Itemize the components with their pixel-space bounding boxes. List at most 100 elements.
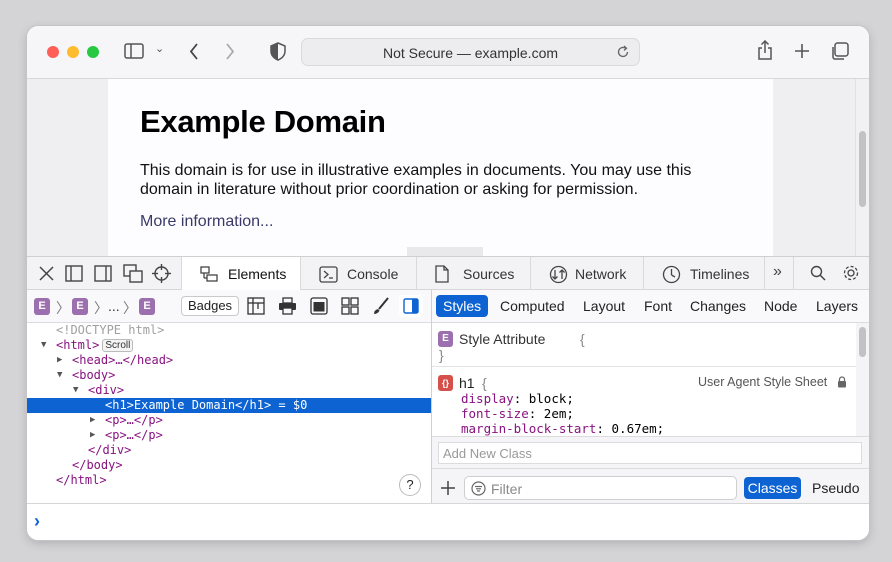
double-chevron-icon: » [773,263,782,280]
rule-badge: {} [438,375,453,391]
dom-node-p[interactable]: ▶ <p>…</p> [27,413,431,428]
style-attribute-close-brace: } [439,347,444,363]
new-tab-icon[interactable] [794,43,810,59]
selected-node-variable: = $0 [271,398,308,412]
tab-computed[interactable]: Computed [500,298,565,314]
dom-node-html[interactable]: ▼ <html> Scroll [27,338,431,353]
dock-left-icon[interactable] [65,265,83,282]
collapsed-triangle-icon[interactable]: ▶ [90,428,95,443]
tab-network[interactable]: Network [530,257,643,290]
dom-tree: <!DOCTYPE html> ▼ <html> Scroll ▶ <head>…</… [27,323,431,503]
layout-grid-icon[interactable] [341,297,359,315]
expanded-triangle-icon[interactable]: ▼ [57,368,62,383]
breadcrumb-separator-icon: 〉 [56,300,70,316]
dom-node-div[interactable]: ▼ <div> [27,383,431,398]
page-scrollbar[interactable] [855,79,869,256]
expanded-triangle-icon[interactable]: ▼ [73,383,78,398]
p-tag: <p>…</p> [105,413,163,427]
dom-node-body[interactable]: ▼ <body> [27,368,431,383]
styles-scrollbar[interactable] [856,323,869,436]
dom-node-head[interactable]: ▶ <head>…</head> [27,353,431,368]
network-icon [549,265,568,284]
dom-node-doctype[interactable]: <!DOCTYPE html> [27,323,431,338]
collapsed-triangle-icon[interactable]: ▶ [90,413,95,428]
style-attribute-open-brace: { [580,331,585,347]
close-window-button[interactable] [47,46,59,58]
add-rule-icon[interactable] [440,480,456,496]
tab-sources[interactable]: Sources [416,257,530,290]
settings-gear-icon[interactable] [842,264,860,282]
dom-node-body-close[interactable]: </body> [27,458,431,473]
print-styles-icon[interactable] [278,297,297,315]
page-paragraph: This domain is for use in illustrative e… [140,162,692,198]
collapsed-triangle-icon[interactable]: ▶ [57,353,62,368]
tab-layers[interactable]: Layers [816,298,858,314]
styles-scrollbar-thumb[interactable] [859,327,866,357]
breadcrumb-element-badge[interactable]: E [34,298,50,315]
tab-console[interactable]: Console [300,257,416,290]
page-scrollbar-thumb[interactable] [859,131,866,207]
rule-selector[interactable]: h1 [459,375,475,391]
property-name: margin-block-start [461,421,597,436]
scroll-badge[interactable]: Scroll [102,339,134,352]
rule-separator [432,366,856,367]
sidebar-tab-bar: Styles Computed Layout Font Changes Node… [432,290,869,323]
rule-declaration[interactable]: display: block; [461,391,574,406]
back-icon[interactable] [189,43,199,60]
style-attribute-label[interactable]: Style Attribute [459,331,545,347]
toggle-sidebar-button[interactable] [399,295,423,317]
inspect-element-icon[interactable] [152,264,171,283]
expanded-triangle-icon[interactable]: ▼ [41,338,46,353]
tab-console-label: Console [347,266,399,282]
console-prompt-area[interactable]: › [27,503,869,540]
p-tag: <p>…</p> [105,428,163,442]
grid-overlay-icon[interactable] [247,297,265,315]
tab-styles[interactable]: Styles [436,295,489,317]
filter-input[interactable]: Filter [464,476,737,500]
tab-layout[interactable]: Layout [583,298,625,314]
dom-node-h1-selected[interactable]: <h1>Example Domain</h1> = $0 [27,398,431,413]
more-tabs-button[interactable]: » [764,257,794,290]
page-heading: Example Domain [140,104,386,139]
devtools-tab-bar: Elements Console Sources Network Timelin… [27,256,869,290]
share-icon[interactable] [757,40,773,61]
close-devtools-icon[interactable] [39,266,54,281]
breadcrumb-element-badge[interactable]: E [139,298,155,315]
add-new-class-input[interactable]: Add New Class [438,442,862,464]
rule-declaration[interactable]: font-size: 2em; [461,406,574,421]
zoom-window-button[interactable] [87,46,99,58]
address-bar[interactable]: Not Secure — example.com [301,38,640,66]
classes-button[interactable]: Classes [744,477,801,499]
breadcrumb-ellipsis[interactable]: ... [108,298,120,314]
more-information-link[interactable]: More information... [140,213,273,231]
head-tag: <head>…</head> [72,353,174,367]
chevron-down-icon[interactable]: ⌄ [155,44,164,55]
dom-node-p[interactable]: ▶ <p>…</p> [27,428,431,443]
dock-right-icon[interactable] [94,265,112,282]
tab-timelines[interactable]: Timelines [643,257,764,290]
property-value: 0.67em; [611,421,665,436]
tab-node[interactable]: Node [764,298,797,314]
tab-elements[interactable]: Elements [181,257,300,290]
div-tag: <div> [88,383,125,397]
detach-window-icon[interactable] [123,264,143,283]
tab-changes[interactable]: Changes [690,298,746,314]
minimize-window-button[interactable] [67,46,79,58]
dark-mode-styles-icon[interactable] [310,297,328,315]
pseudo-button[interactable]: Pseudo [812,480,859,496]
help-button[interactable]: ? [399,474,421,496]
sidebar-icon[interactable] [124,43,144,59]
dom-node-div-close[interactable]: </div> [27,443,431,458]
search-icon[interactable] [810,265,826,281]
badges-button[interactable]: Badges [181,296,239,316]
dom-node-html-close[interactable]: </html> [27,473,431,488]
rule-declaration[interactable]: margin-block-start: 0.67em; [461,421,664,436]
reload-icon[interactable] [616,45,630,59]
class-editor-row: Add New Class [432,436,869,468]
paintbrush-icon[interactable] [373,297,390,315]
tab-overview-icon[interactable] [830,42,849,61]
breadcrumb-element-badge[interactable]: E [72,298,88,315]
tab-font[interactable]: Font [644,298,672,314]
forward-icon[interactable] [225,43,235,60]
shield-icon[interactable] [270,42,286,61]
